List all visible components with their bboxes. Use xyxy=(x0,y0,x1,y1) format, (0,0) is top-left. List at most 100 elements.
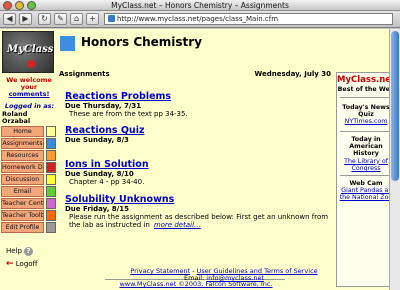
brand-tagline: Best of the Web xyxy=(337,86,395,93)
nav-item-teacher-center[interactable]: Teacher Center xyxy=(0,198,57,210)
logo-text: MyClass xyxy=(7,44,54,55)
main-content: Honors Chemistry Assignments Wednesday, … xyxy=(59,29,333,290)
email-label: Email: xyxy=(183,274,207,282)
home-button[interactable]: ⌂ xyxy=(70,13,83,25)
logoff-arrow-icon: ← xyxy=(6,259,14,269)
page-viewport: MyClass We welcome your comments! Logged… xyxy=(0,29,400,290)
refresh-icon: ↻ xyxy=(41,14,48,23)
privacy-link[interactable]: Privacy Statement xyxy=(130,267,190,275)
nav-color-swatch xyxy=(46,174,56,185)
assignment-item: Reactions Quiz Due Sunday, 8/3 xyxy=(65,125,333,144)
footer-copyright-link[interactable]: www.MyClass.net ©2003, Falcon Software, … xyxy=(59,281,333,288)
assignment-due: Due Thursday, 7/31 xyxy=(65,102,142,110)
nav-color-swatch xyxy=(46,162,56,173)
current-date: Wednesday, July 30 xyxy=(254,70,332,78)
nav-item-teacher-toolbox[interactable]: Teacher Toolbox xyxy=(0,210,57,222)
right-sidebar: MyClass.net Best of the Web Today's News… xyxy=(336,72,396,287)
pencil-icon: ✎ xyxy=(57,14,64,23)
assignment-due: Due Sunday, 8/3 xyxy=(65,136,129,144)
assignment-desc: Chapter 4 - pp 34-40. xyxy=(69,178,145,186)
logoff-label: Logoff xyxy=(15,260,38,268)
assignment-title-link[interactable]: Reactions Quiz xyxy=(65,125,333,136)
nav-color-swatch xyxy=(46,222,56,233)
vertical-scrollbar[interactable] xyxy=(389,29,400,290)
assignment-title-link[interactable]: Ions in Solution xyxy=(65,159,333,170)
nav-item-edit-profile[interactable]: Edit Profile xyxy=(0,222,57,234)
history-block: Today in American History The Library of… xyxy=(337,136,395,172)
home-icon: ⌂ xyxy=(73,14,80,23)
back-arrow-icon: ◀ xyxy=(6,14,13,23)
assignment-due: Due Friday, 8/15 xyxy=(65,205,129,213)
nav-item-assignments[interactable]: Assignments xyxy=(0,138,57,150)
class-color-box xyxy=(60,36,75,51)
webcam-block: Web Cam Giant Pandas at the National Zoo xyxy=(337,180,395,202)
nav-item-email[interactable]: Email xyxy=(0,186,57,198)
address-bar[interactable]: http://www.myclass.net/pages/class_Main.… xyxy=(104,13,393,25)
scrollbar-thumb[interactable] xyxy=(391,31,399,181)
divider xyxy=(340,131,392,132)
nav-label: Teacher Toolbox xyxy=(1,210,44,221)
footer-links: Privacy Statement - User Guidelines and … xyxy=(59,268,389,282)
assignment-item: Reactions Problems Due Thursday, 7/31 Th… xyxy=(65,91,333,118)
page-title: Honors Chemistry xyxy=(81,35,203,49)
comments-link[interactable]: comments! xyxy=(9,90,50,98)
assignment-item: Solubility Unknowns Due Friday, 8/15 Ple… xyxy=(65,194,333,229)
apple-icon xyxy=(27,60,35,68)
history-link[interactable]: The Library of Congress xyxy=(337,158,395,172)
logged-in-info: Logged in as: Roland Orzabal xyxy=(2,102,57,126)
site-icon xyxy=(108,15,115,22)
section-label: Assignments xyxy=(59,70,110,78)
main-nav: Home Assignments Resources Homework Drop… xyxy=(0,126,57,234)
logged-in-user: Roland Orzabal xyxy=(2,109,31,125)
nav-item-discussion[interactable]: Discussion xyxy=(0,174,57,186)
nav-item-resources[interactable]: Resources xyxy=(0,150,57,162)
help-link[interactable]: Help? xyxy=(6,247,33,256)
left-sidebar: MyClass We welcome your comments! Logged… xyxy=(0,29,57,290)
nav-item-homework-drop[interactable]: Homework Drop xyxy=(0,162,57,174)
nav-label: Discussion xyxy=(1,174,44,185)
address-text: http://www.myclass.net/pages/class_Main.… xyxy=(117,15,279,23)
brand-name: MyClass.net xyxy=(337,75,396,85)
nav-label: Assignments xyxy=(1,138,44,149)
nav-item-home[interactable]: Home xyxy=(0,126,57,138)
plus-icon: + xyxy=(89,14,96,23)
window-title: MyClass.net – Honors Chemistry – Assignm… xyxy=(111,1,289,10)
news-quiz-link[interactable]: NYTimes.com xyxy=(337,118,395,125)
assignment-title-link[interactable]: Reactions Problems xyxy=(65,91,333,102)
add-bookmark-button[interactable]: + xyxy=(86,13,99,25)
assignment-title-link[interactable]: Solubility Unknowns xyxy=(65,194,333,205)
logoff-link[interactable]: ← Logoff xyxy=(6,259,37,269)
nav-label: Homework Drop xyxy=(1,162,44,173)
footer: www.MyClass.net ©2003, Falcon Software, … xyxy=(59,281,333,288)
nav-color-swatch xyxy=(46,126,56,137)
webcam-link[interactable]: Giant Pandas at the National Zoo xyxy=(337,187,395,201)
more-detail-link[interactable]: more detail... xyxy=(154,221,201,229)
forward-button[interactable]: ▶ xyxy=(19,13,32,25)
history-heading: Today in American History xyxy=(349,136,383,158)
assignment-item: Ions in Solution Due Sunday, 8/10 Chapte… xyxy=(65,159,333,186)
nav-color-swatch xyxy=(46,150,56,161)
divider xyxy=(340,175,392,176)
nav-color-swatch xyxy=(46,186,56,197)
edit-button[interactable]: ✎ xyxy=(54,13,67,25)
nav-color-swatch xyxy=(46,198,56,209)
myclass-logo[interactable]: MyClass xyxy=(2,31,54,73)
nav-color-swatch xyxy=(46,210,56,221)
help-icon: ? xyxy=(23,247,33,256)
nav-label: Teacher Center xyxy=(1,198,44,209)
refresh-button[interactable]: ↻ xyxy=(38,13,51,25)
webcam-heading: Web Cam xyxy=(349,180,383,187)
news-quiz-block: Today's News Quiz NYTimes.com xyxy=(337,104,395,126)
divider xyxy=(340,97,392,98)
email-link[interactable]: info@myclass.net xyxy=(206,274,264,282)
nav-label: Home xyxy=(1,126,44,137)
assignment-desc: Please run the assignment as described b… xyxy=(65,213,333,229)
nav-color-swatch xyxy=(46,138,56,149)
title-bar: MyClass.net – Honors Chemistry – Assignm… xyxy=(0,0,400,11)
help-label: Help xyxy=(6,247,22,255)
nav-label: Resources xyxy=(1,150,44,161)
back-button[interactable]: ◀ xyxy=(3,13,16,25)
browser-toolbar: ◀ ▶ ↻ ✎ ⌂ + http://www.myclass.net/pages… xyxy=(0,11,400,28)
nav-label: Edit Profile xyxy=(1,222,44,233)
assignment-desc: These are from the text pp 34-35. xyxy=(69,110,188,118)
